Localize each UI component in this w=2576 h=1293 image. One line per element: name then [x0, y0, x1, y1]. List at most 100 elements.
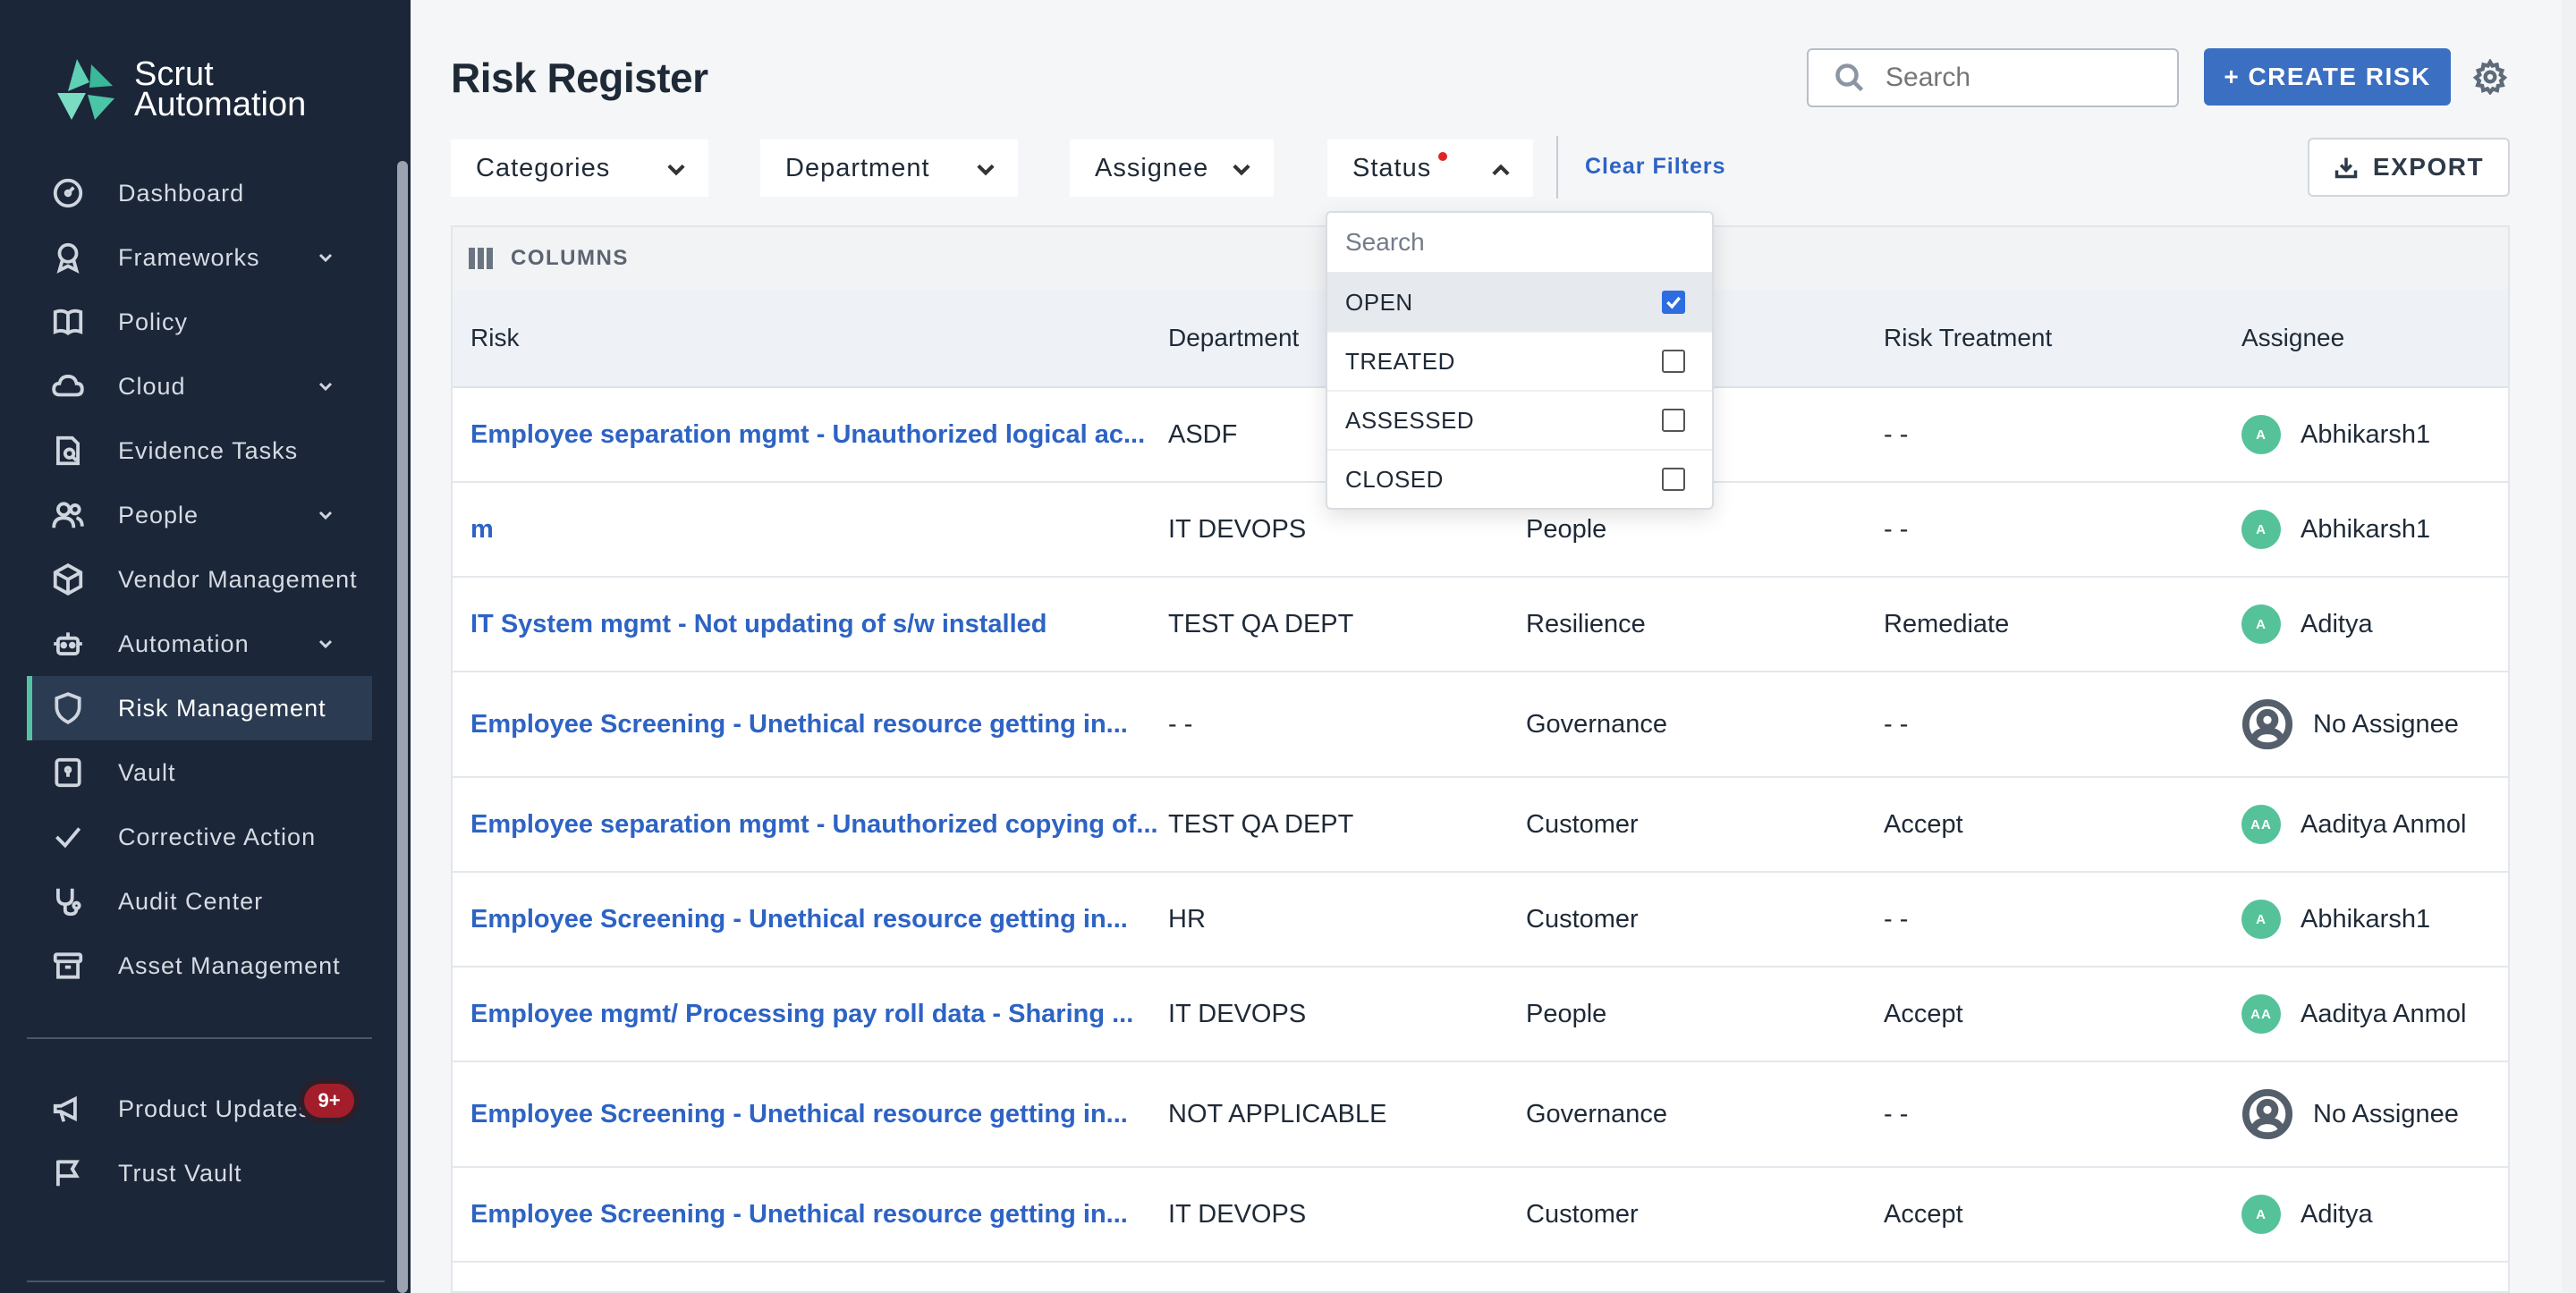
- filter-assignee[interactable]: Assignee: [1070, 139, 1274, 197]
- department-cell: IT DEVOPS: [1168, 1199, 1307, 1229]
- assignee-name: Abhikarsh1: [2301, 904, 2431, 934]
- assignee-name: Abhikarsh1: [2301, 419, 2431, 449]
- sidebar-item-evidence-tasks[interactable]: Evidence Tasks: [27, 418, 372, 483]
- checkmark-icon: [1666, 296, 1681, 309]
- sidebar-item-people[interactable]: People: [27, 483, 372, 547]
- sidebar-item-audit-center[interactable]: Audit Center: [27, 869, 372, 934]
- assignee-cell: No Assignee: [2241, 698, 2508, 750]
- export-button[interactable]: EXPORT: [2308, 138, 2510, 197]
- table-row[interactable]: Employee Screening - Unethical resource …: [453, 672, 2508, 778]
- risk-link[interactable]: Employee Screening - Unethical resource …: [470, 710, 1168, 739]
- risk-link[interactable]: Employee Screening - Unethical resource …: [470, 905, 1168, 934]
- option-label: ASSESSED: [1345, 406, 1475, 434]
- treatment-cell: - -: [1884, 709, 1909, 739]
- avatar: A: [2241, 1195, 2281, 1234]
- category-cell: Customer: [1526, 904, 1639, 934]
- sidebar-item-label: Dashboard: [118, 179, 245, 207]
- sidebar-item-cloud[interactable]: Cloud: [27, 354, 372, 418]
- sidebar-item-label: Policy: [118, 308, 189, 335]
- columns-icon: [469, 248, 493, 269]
- search-box[interactable]: [1807, 48, 2179, 107]
- checkbox[interactable]: [1662, 350, 1685, 373]
- dropdown-search-input[interactable]: Search: [1327, 213, 1712, 274]
- status-option-treated[interactable]: TREATED: [1327, 333, 1712, 392]
- sidebar-item-label: Risk Management: [118, 694, 326, 722]
- archive-icon: [50, 948, 86, 984]
- checkbox[interactable]: [1662, 291, 1685, 314]
- table-row[interactable]: IT System mgmt - Not updating of s/w ins…: [453, 578, 2508, 672]
- search-input[interactable]: [1885, 63, 2154, 93]
- active-filter-dot: [1438, 152, 1447, 161]
- table-row[interactable]: Employee mgmt/ Processing pay roll data …: [453, 968, 2508, 1062]
- brand-name-line2: Automation: [134, 86, 307, 123]
- assignee-name: No Assignee: [2313, 1099, 2459, 1128]
- check-icon: [50, 819, 86, 855]
- treatment-cell: - -: [1884, 514, 1909, 544]
- chevron-down-icon[interactable]: [315, 376, 336, 397]
- header-risk[interactable]: Risk: [453, 324, 1168, 352]
- status-option-closed[interactable]: CLOSED: [1327, 451, 1712, 508]
- sidebar-item-frameworks[interactable]: Frameworks: [27, 225, 372, 290]
- checkbox[interactable]: [1662, 468, 1685, 491]
- clear-filters-link[interactable]: Clear Filters: [1585, 154, 1726, 180]
- option-label: OPEN: [1345, 288, 1413, 316]
- category-cell: People: [1526, 999, 1607, 1028]
- chevron-down-icon: [1229, 157, 1254, 182]
- treatment-cell: - -: [1884, 904, 1909, 934]
- avatar: A: [2241, 415, 2281, 454]
- risk-link[interactable]: Employee Screening - Unethical resource …: [470, 1100, 1168, 1129]
- chevron-down-icon[interactable]: [315, 633, 336, 655]
- table-row[interactable]: Employee separation mgmt - Unauthorized …: [453, 778, 2508, 873]
- table-row[interactable]: Employee Screening - Unethical resource …: [453, 1168, 2508, 1263]
- sidebar-item-corrective-action[interactable]: Corrective Action: [27, 805, 372, 869]
- checkbox[interactable]: [1662, 409, 1685, 432]
- sidebar-item-label: Asset Management: [118, 951, 341, 979]
- status-option-open[interactable]: OPEN: [1327, 274, 1712, 333]
- assignee-name: Aaditya Anmol: [2301, 809, 2467, 839]
- book-icon: [50, 304, 86, 340]
- status-option-assessed[interactable]: ASSESSED: [1327, 392, 1712, 451]
- gear-icon[interactable]: [2472, 58, 2508, 96]
- risk-link[interactable]: Employee separation mgmt - Unauthorized …: [470, 810, 1168, 840]
- sidebar-item-trust-vault[interactable]: Trust Vault: [27, 1141, 372, 1205]
- sidebar-item-vault[interactable]: Vault: [27, 740, 372, 805]
- create-risk-button[interactable]: + CREATE RISK: [2204, 48, 2451, 106]
- search-icon: [1835, 63, 1864, 92]
- dropdown-options: OPEN TREATED ASSESSED CLOSED: [1327, 274, 1712, 508]
- risk-link[interactable]: Employee separation mgmt - Unauthorized …: [470, 420, 1168, 450]
- sidebar-item-vendor-management[interactable]: Vendor Management: [27, 547, 372, 612]
- department-cell: TEST QA DEPT: [1168, 809, 1354, 839]
- chevron-down-icon[interactable]: [315, 504, 336, 526]
- sidebar-item-policy[interactable]: Policy: [27, 290, 372, 354]
- sidebar-scrollbar[interactable]: [397, 161, 408, 1293]
- assignee-name: Abhikarsh1: [2301, 514, 2431, 544]
- sidebar-item-risk-management[interactable]: Risk Management: [27, 676, 372, 740]
- treatment-cell: Accept: [1884, 809, 1963, 839]
- filter-department[interactable]: Department: [760, 139, 1018, 197]
- filter-status[interactable]: Status: [1327, 139, 1533, 197]
- brand[interactable]: Scrut Automation: [50, 55, 306, 123]
- header-assignee[interactable]: Assignee: [2241, 324, 2508, 352]
- page-scrollbar[interactable]: [2562, 0, 2576, 1293]
- table-row[interactable]: Employee Screening - Unethical resource …: [453, 1062, 2508, 1168]
- sidebar-item-asset-management[interactable]: Asset Management: [27, 934, 372, 998]
- treatment-cell: Accept: [1884, 999, 1963, 1028]
- flag-icon: [50, 1155, 86, 1191]
- category-cell: Governance: [1526, 1099, 1667, 1128]
- chevron-down-icon[interactable]: [315, 247, 336, 268]
- avatar: A: [2241, 510, 2281, 549]
- header-risk-treatment[interactable]: Risk Treatment: [1884, 324, 2241, 352]
- risk-link[interactable]: Employee mgmt/ Processing pay roll data …: [470, 1000, 1168, 1029]
- risk-link[interactable]: IT System mgmt - Not updating of s/w ins…: [470, 610, 1168, 639]
- sidebar-nav: Dashboard Frameworks Policy Cloud Eviden…: [27, 161, 372, 998]
- avatar: A: [2241, 900, 2281, 939]
- sidebar-item-dashboard[interactable]: Dashboard: [27, 161, 372, 225]
- sidebar-item-automation[interactable]: Automation: [27, 612, 372, 676]
- filter-categories[interactable]: Categories: [451, 139, 708, 197]
- risk-link[interactable]: Employee Screening - Unethical resource …: [470, 1200, 1168, 1230]
- department-cell: IT DEVOPS: [1168, 514, 1307, 544]
- risk-link[interactable]: m: [470, 515, 1168, 545]
- table-row[interactable]: Employee Screening - Unethical resource …: [453, 873, 2508, 968]
- sidebar-item-label: Automation: [118, 630, 250, 657]
- filter-divider: [1556, 136, 1558, 199]
